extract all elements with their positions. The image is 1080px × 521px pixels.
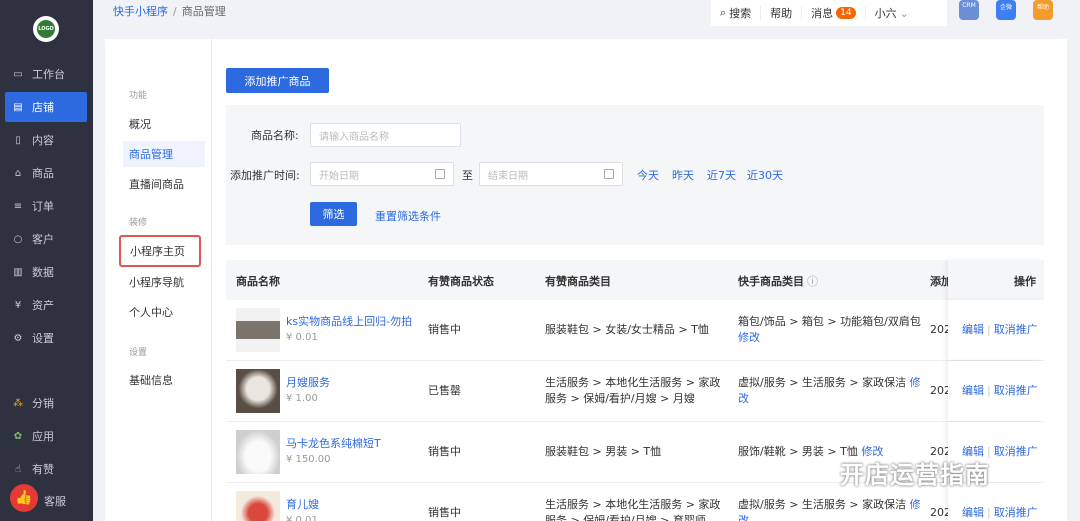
breadcrumb-root[interactable]: 快手小程序 [113,5,168,18]
customer-service-link[interactable]: 客服 [44,493,66,509]
subnav-item-miniapp-home[interactable]: 小程序主页 [119,235,201,267]
subnav-item-miniapp-nav[interactable]: 小程序导航 [123,269,205,295]
messages-button[interactable]: 消息 14 [802,6,866,20]
thumb-icon: ☝ [14,463,22,475]
thumbs-up-icon[interactable]: 👍 [10,484,38,512]
cancel-promo-button[interactable]: 取消推广 [994,506,1038,519]
quick-today[interactable]: 今天 [637,167,659,183]
to-label: 至 [462,169,473,182]
quick-yesterday[interactable]: 昨天 [672,167,694,183]
bar-chart-icon: ▥ [13,266,23,278]
wecom-app-icon[interactable]: 企微 [996,0,1016,20]
product-name-link[interactable]: 育儿嫂 [286,497,319,513]
filter-panel: 商品名称: 请输入商品名称 添加推广时间: 开始日期 至 结束日期 今天 昨天 … [226,105,1044,245]
nav-item-youzan[interactable]: ☝ 有赞 [0,454,87,484]
edit-ks-category-link[interactable]: 修改 [738,331,760,344]
sub-nav: 功能 概况 商品管理 直播间商品 装修 小程序主页 小程序导航 个人中心 设置 … [105,39,212,521]
edit-button[interactable]: 编辑 [962,323,984,336]
user-menu[interactable]: 小六 ⌄ [866,6,918,21]
nav-item-customers[interactable]: ○ 客户 [0,224,87,254]
breadcrumb-current: 商品管理 [181,5,226,18]
end-date-input[interactable]: 结束日期 [479,162,623,186]
content-area: 添加推广商品 商品名称: 请输入商品名称 添加推广时间: 开始日期 至 结束日期… [212,39,1067,521]
top-bar: 快手小程序 / 商品管理 ⌕ 搜索 帮助 消息 14 小六 ⌄ CRM 企微 帮助 [93,0,1080,26]
store-icon: ▤ [13,101,23,113]
product-thumbnail[interactable] [236,308,280,352]
nav-item-apps[interactable]: ✿ 应用 [0,421,87,451]
apps-icon: ✿ [13,430,23,442]
calendar-icon [435,169,445,179]
breadcrumb: 快手小程序 / 商品管理 [113,5,226,18]
info-icon[interactable]: ⓘ [807,273,818,289]
cancel-promo-button[interactable]: 取消推广 [994,445,1038,458]
product-name-link[interactable]: 马卡龙色系纯棉短T [286,436,381,452]
user-icon: ○ [13,233,23,245]
goods-name-input[interactable]: 请输入商品名称 [310,123,461,147]
product-name-link[interactable]: 月嫂服务 [286,375,330,391]
main-nav: LOGO ▭ 工作台 ▤ 店铺 ▯ 内容 ⌂ 商品 ≡ 订单 ○ 客户 ▥ 数据 ¥ 资产 ⚙ 设… [0,0,93,521]
top-actions: ⌕ 搜索 帮助 消息 14 小六 ⌄ [711,0,947,26]
table-row: 月嫂服务 ¥ 1.00 已售罄 生活服务 > 本地化生活服务 > 家政服务 > 保… [226,361,1044,422]
subnav-item-live-goods[interactable]: 直播间商品 [123,171,205,197]
product-thumbnail[interactable] [236,491,280,521]
cancel-promo-button[interactable]: 取消推广 [994,323,1038,336]
nav-item-orders[interactable]: ≡ 订单 [0,191,87,221]
filter-submit-button[interactable]: 筛选 [310,202,357,226]
edit-button[interactable]: 编辑 [962,506,984,519]
search-icon: ⌕ [720,6,727,19]
table-row: ks实物商品线上回归-勿拍 ¥ 0.01 销售中 服装鞋包 > 女装/女士精品 >… [226,300,1044,361]
subnav-group-settings: 设置 [129,348,148,358]
watermark-text: 开店运营指南 [840,461,990,489]
quick-7days[interactable]: 近7天 [707,167,736,183]
message-count-badge: 14 [836,7,856,19]
crm-app-icon[interactable]: CRM [959,0,979,20]
subnav-group-function: 功能 [129,91,148,101]
subnav-item-goods-manage[interactable]: 商品管理 [123,141,205,167]
time-label: 添加推广时间: [230,169,300,182]
nav-item-assets[interactable]: ¥ 资产 [0,290,87,320]
cancel-promo-button[interactable]: 取消推广 [994,384,1038,397]
nav-item-workbench[interactable]: ▭ 工作台 [0,59,87,89]
product-name-link[interactable]: ks实物商品线上回归-勿拍 [286,314,412,330]
shop-logo[interactable]: LOGO [33,16,59,42]
search-button[interactable]: ⌕ 搜索 [711,6,762,20]
quick-30days[interactable]: 近30天 [747,167,783,183]
nav-item-data[interactable]: ▥ 数据 [0,257,87,287]
subnav-item-profile[interactable]: 个人中心 [123,299,205,325]
product-thumbnail[interactable] [236,430,280,474]
nav-item-distribution[interactable]: ⁂ 分销 [0,388,87,418]
document-icon: ▯ [15,134,21,146]
yen-icon: ¥ [14,299,22,311]
nav-item-settings[interactable]: ⚙ 设置 [0,323,87,353]
op-column-header: 操作 [948,260,1044,300]
product-thumbnail[interactable] [236,369,280,413]
subnav-item-basic-info[interactable]: 基础信息 [123,367,205,393]
nav-item-store[interactable]: ▤ 店铺 [5,92,87,122]
edit-button[interactable]: 编辑 [962,384,984,397]
name-label: 商品名称: [251,129,299,142]
list-icon: ≡ [13,200,23,212]
nav-item-goods[interactable]: ⌂ 商品 [0,158,87,188]
calendar-icon [604,169,614,179]
subnav-group-decor: 装修 [129,218,148,228]
chevron-down-icon: ⌄ [899,6,909,20]
bag-icon: ⌂ [14,167,22,179]
monitor-icon: ▭ [13,68,23,80]
help-button[interactable]: 帮助 [761,6,803,20]
main-panel: 功能 概况 商品管理 直播间商品 装修 小程序主页 小程序导航 个人中心 设置 … [105,39,1067,521]
table-header: 商品名称 有赞商品状态 有赞商品类目 快手商品类目 ⓘ 添加 操作 [226,260,1044,300]
share-icon: ⁂ [13,397,23,409]
start-date-input[interactable]: 开始日期 [310,162,454,186]
subnav-item-overview[interactable]: 概况 [123,111,205,137]
reset-filter-link[interactable]: 重置筛选条件 [375,208,441,224]
gear-icon: ⚙ [13,332,23,344]
help-app-icon[interactable]: 帮助 [1033,0,1053,20]
add-promo-goods-button[interactable]: 添加推广商品 [226,68,329,93]
nav-item-content[interactable]: ▯ 内容 [0,125,87,155]
